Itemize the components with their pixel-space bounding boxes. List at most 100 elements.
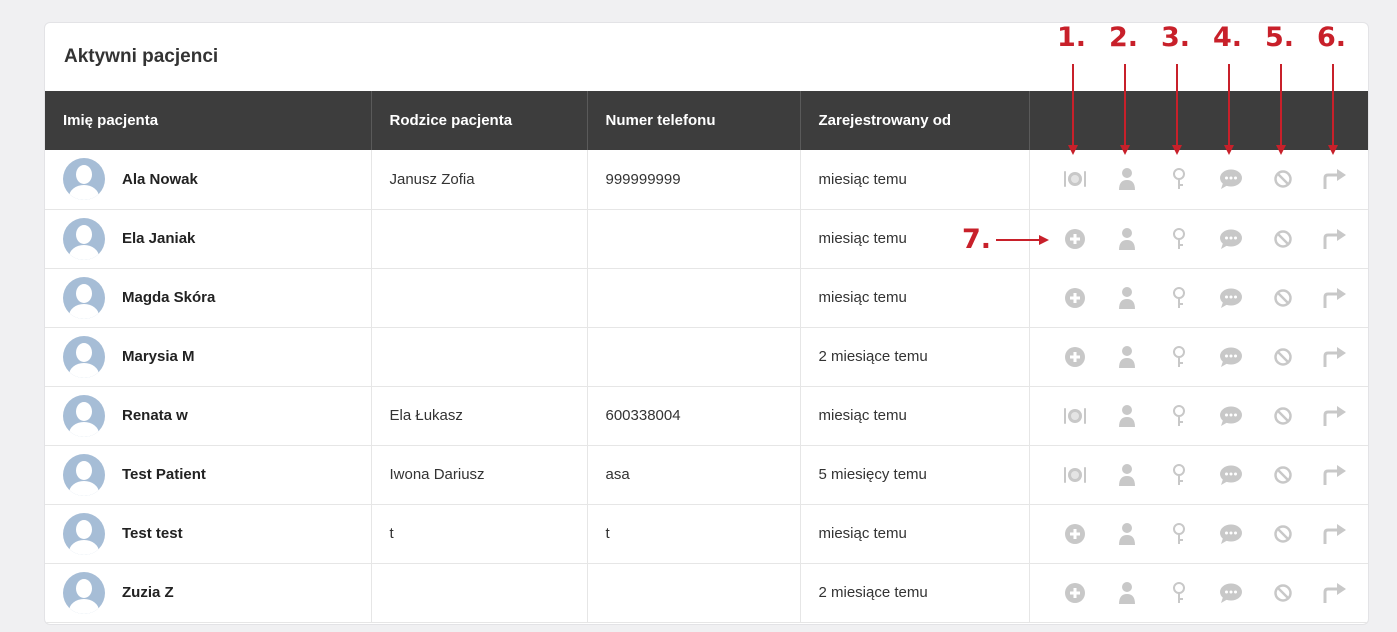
- diet-icon[interactable]: [1049, 406, 1101, 426]
- block-icon[interactable]: [1257, 229, 1309, 248]
- key-icon[interactable]: [1153, 463, 1205, 486]
- cell-parents: [371, 327, 588, 386]
- annotation-number: 4.: [1213, 22, 1243, 53]
- cell-registered: miesiąc temu: [800, 386, 1030, 445]
- block-icon[interactable]: [1257, 524, 1309, 543]
- share-icon[interactable]: [1309, 228, 1361, 249]
- key-icon[interactable]: [1153, 581, 1205, 604]
- key-icon[interactable]: [1153, 168, 1205, 190]
- key-icon[interactable]: [1153, 227, 1205, 250]
- cell-patient-name: Ala Nowak: [45, 150, 372, 209]
- plus-circle-icon[interactable]: [1049, 287, 1101, 308]
- patient-name-wrapper[interactable]: Test Patient: [63, 453, 370, 496]
- panel-title: Aktywni pacjenci: [64, 46, 219, 67]
- plus-circle-icon[interactable]: [1049, 523, 1101, 544]
- chat-icon[interactable]: [1205, 347, 1257, 367]
- patient-name[interactable]: Magda Skóra: [122, 289, 215, 306]
- chat-icon[interactable]: [1205, 406, 1257, 426]
- row-actions: [1030, 387, 1369, 445]
- patient-name[interactable]: Zuzia Z: [122, 584, 174, 601]
- block-icon[interactable]: [1257, 170, 1309, 188]
- patients-table: Imię pacjenta Rodzice pacjenta Numer tel…: [45, 91, 1369, 623]
- patient-name-wrapper[interactable]: Renata w: [63, 394, 370, 437]
- chat-icon[interactable]: [1205, 583, 1257, 603]
- chat-icon[interactable]: [1205, 524, 1257, 544]
- user-icon[interactable]: [1101, 404, 1153, 427]
- patient-name[interactable]: Marysia M: [122, 348, 195, 365]
- user-icon[interactable]: [1101, 168, 1153, 191]
- share-icon[interactable]: [1309, 405, 1361, 426]
- patient-name[interactable]: Test test: [122, 525, 183, 542]
- cell-parents: t: [371, 504, 588, 563]
- share-icon[interactable]: [1309, 523, 1361, 544]
- key-icon[interactable]: [1153, 345, 1205, 368]
- plus-circle-icon[interactable]: [1049, 346, 1101, 367]
- block-icon[interactable]: [1257, 465, 1309, 484]
- share-icon[interactable]: [1309, 287, 1361, 308]
- patient-name[interactable]: Ela Janiak: [122, 230, 195, 247]
- cell-phone: [587, 327, 801, 386]
- table-row[interactable]: Zuzia Z 2 miesiące temu: [45, 563, 1368, 622]
- patient-name[interactable]: Ala Nowak: [122, 171, 198, 188]
- share-icon[interactable]: [1309, 464, 1361, 485]
- share-icon[interactable]: [1309, 582, 1361, 603]
- header-parents: Rodzice pacjenta: [371, 91, 588, 150]
- block-icon[interactable]: [1257, 347, 1309, 366]
- diet-icon[interactable]: [1049, 169, 1101, 189]
- table-row[interactable]: Test test t t miesiąc temu: [45, 504, 1369, 563]
- plus-circle-icon[interactable]: [1049, 228, 1101, 249]
- table-row[interactable]: Renata w Ela Łukasz 600338004 miesiąc temu: [45, 386, 1369, 445]
- user-icon[interactable]: [1101, 463, 1153, 486]
- block-icon[interactable]: [1257, 583, 1309, 602]
- patient-name-wrapper[interactable]: Marysia M: [63, 335, 370, 378]
- user-icon[interactable]: [1101, 286, 1153, 309]
- table-row[interactable]: Test Patient Iwona Dariusz asa 5 miesięcy t…: [45, 445, 1368, 504]
- user-icon[interactable]: [1101, 345, 1153, 368]
- patient-name[interactable]: Renata w: [122, 407, 188, 424]
- plus-circle-icon[interactable]: [1049, 582, 1101, 603]
- table-row[interactable]: Magda Skóra miesiąc temu: [45, 268, 1368, 327]
- cell-phone: asa: [587, 445, 801, 504]
- chat-icon[interactable]: [1205, 229, 1257, 249]
- cell-actions: [1029, 445, 1368, 504]
- row-actions: [1030, 505, 1369, 563]
- row-actions: [1030, 150, 1369, 208]
- key-icon[interactable]: [1153, 286, 1205, 309]
- patient-name-wrapper[interactable]: Test test: [63, 512, 370, 555]
- block-icon[interactable]: [1257, 406, 1309, 425]
- chat-icon[interactable]: [1205, 465, 1257, 485]
- cell-patient-name: Zuzia Z: [45, 563, 372, 622]
- patient-name[interactable]: Test Patient: [122, 466, 206, 483]
- share-icon[interactable]: [1309, 169, 1361, 190]
- key-icon[interactable]: [1153, 404, 1205, 427]
- patient-name-wrapper[interactable]: Magda Skóra: [63, 276, 370, 319]
- block-icon[interactable]: [1257, 288, 1309, 307]
- cell-parents: Iwona Dariusz: [371, 445, 588, 504]
- cell-patient-name: Magda Skóra: [45, 268, 372, 327]
- cell-actions: [1029, 209, 1368, 268]
- table-row[interactable]: Ala Nowak Janusz Zofia 999999999 miesiąc te…: [45, 150, 1369, 209]
- patient-name-wrapper[interactable]: Ala Nowak: [63, 158, 370, 201]
- avatar: [63, 571, 105, 614]
- row-actions: [1030, 328, 1369, 386]
- patient-name-wrapper[interactable]: Zuzia Z: [63, 571, 370, 614]
- table-header-row: Imię pacjenta Rodzice pacjenta Numer tel…: [45, 91, 1368, 150]
- key-icon[interactable]: [1153, 522, 1205, 545]
- diet-icon[interactable]: [1049, 465, 1101, 485]
- chat-icon[interactable]: [1205, 288, 1257, 308]
- patient-name-wrapper[interactable]: Ela Janiak: [63, 217, 370, 260]
- cell-registered: miesiąc temu: [800, 268, 1030, 327]
- user-icon[interactable]: [1101, 581, 1153, 604]
- table-row[interactable]: Marysia M 2 miesiące temu: [45, 327, 1369, 386]
- cell-patient-name: Test test: [45, 504, 372, 563]
- user-icon[interactable]: [1101, 522, 1153, 545]
- user-icon[interactable]: [1101, 227, 1153, 250]
- avatar: [63, 453, 105, 496]
- cell-patient-name: Ela Janiak: [45, 209, 372, 268]
- avatar: [63, 276, 105, 319]
- chat-icon[interactable]: [1205, 169, 1257, 190]
- table-row[interactable]: Ela Janiak miesiąc temu: [45, 209, 1368, 268]
- cell-registered: miesiąc temu: [800, 150, 1030, 209]
- cell-actions: [1029, 504, 1369, 563]
- share-icon[interactable]: [1309, 346, 1361, 367]
